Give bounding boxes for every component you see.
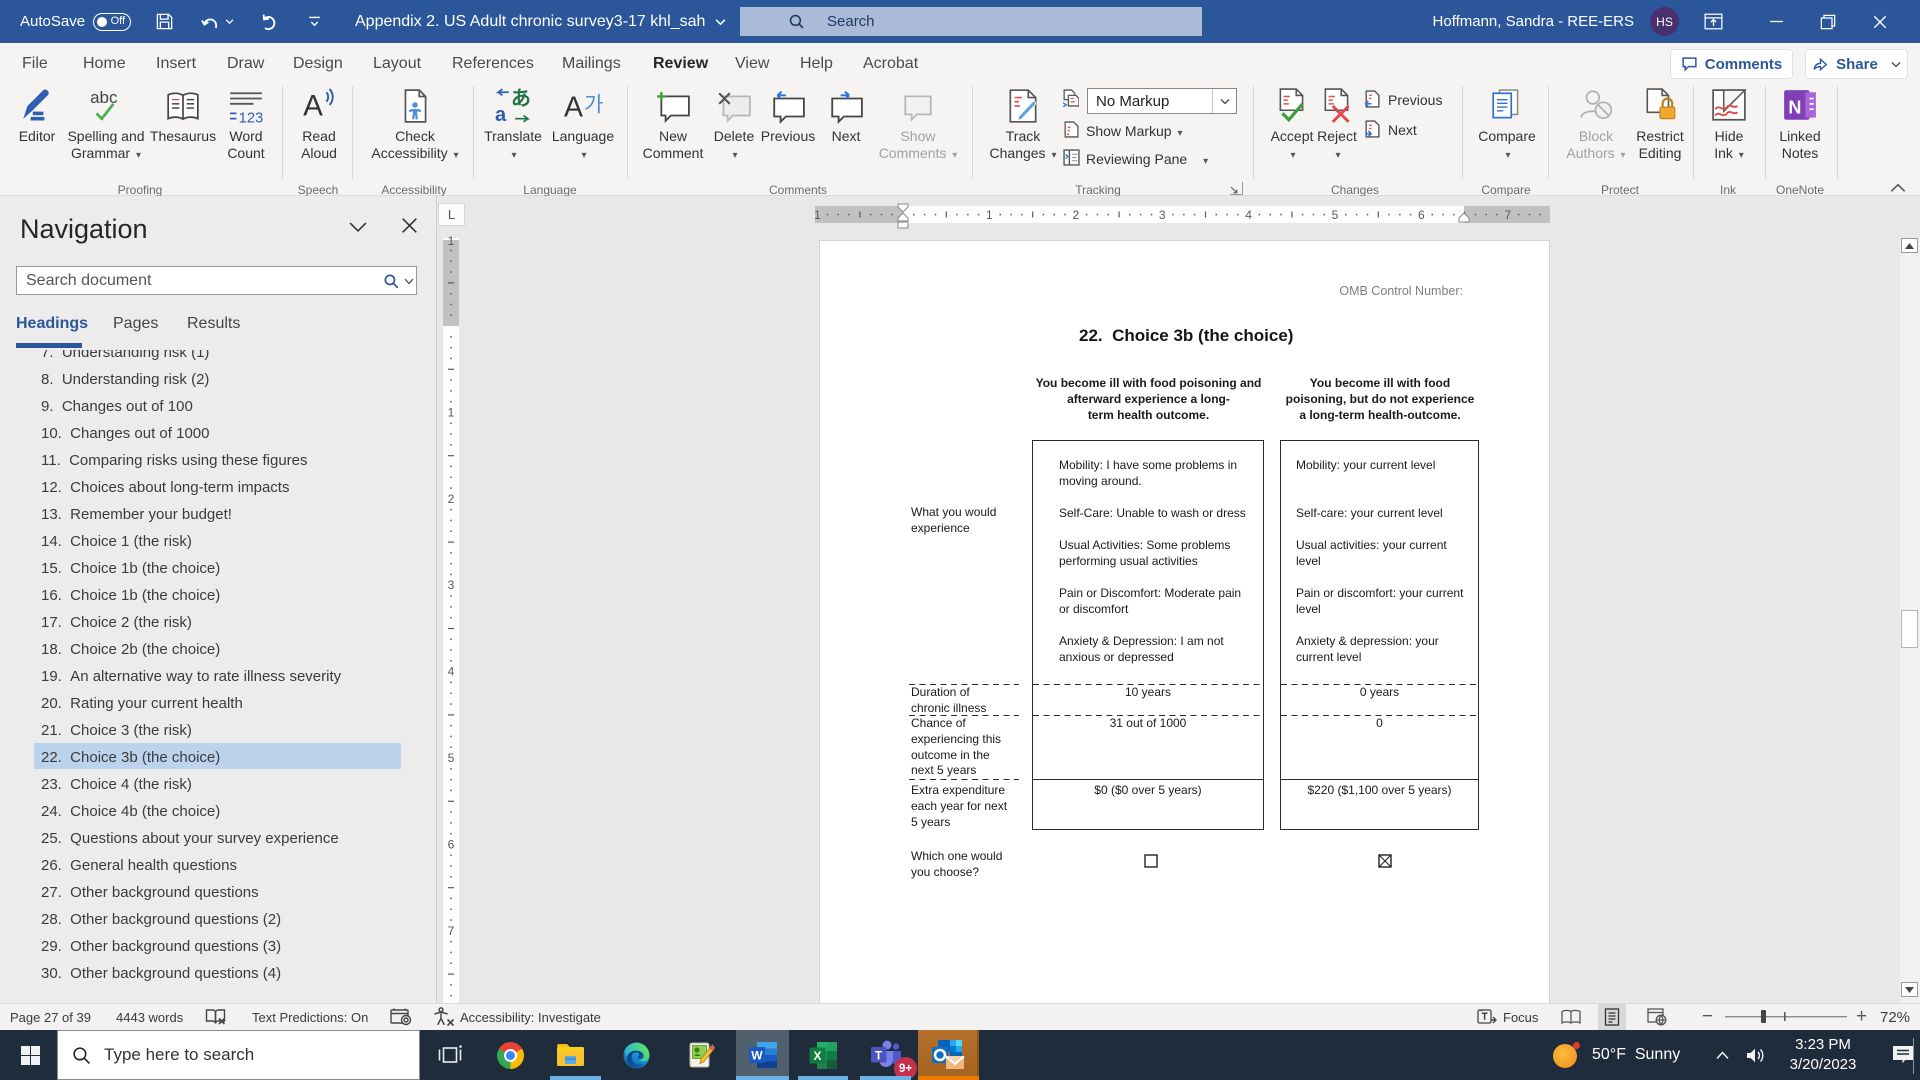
svg-text:7: 7 bbox=[448, 924, 455, 938]
svg-text:1: 1 bbox=[448, 405, 455, 419]
svg-text:N: N bbox=[1788, 97, 1801, 117]
svg-text:A: A bbox=[564, 92, 583, 124]
svg-text:6: 6 bbox=[1418, 208, 1425, 222]
svg-text:W: W bbox=[751, 1049, 763, 1063]
svg-text:A: A bbox=[303, 90, 323, 123]
svg-text:가: 가 bbox=[584, 92, 603, 116]
svg-text:2: 2 bbox=[1072, 208, 1079, 222]
svg-text:1: 1 bbox=[986, 208, 993, 222]
svg-text:T: T bbox=[875, 1051, 882, 1063]
svg-text:3: 3 bbox=[1159, 208, 1166, 222]
svg-text:5: 5 bbox=[448, 751, 455, 765]
svg-text:X: X bbox=[813, 1049, 821, 1063]
svg-text:4: 4 bbox=[448, 665, 455, 679]
svg-text:あ: あ bbox=[511, 88, 531, 110]
svg-text:2: 2 bbox=[448, 492, 455, 506]
svg-text:a: a bbox=[495, 104, 507, 124]
svg-text:abc: abc bbox=[90, 88, 118, 107]
svg-text:1: 1 bbox=[448, 234, 455, 248]
svg-text:5: 5 bbox=[1332, 208, 1339, 222]
svg-text:1: 1 bbox=[814, 208, 821, 222]
svg-text:123: 123 bbox=[239, 110, 264, 124]
svg-text:4: 4 bbox=[1245, 208, 1252, 222]
svg-text:7: 7 bbox=[1504, 208, 1511, 222]
svg-text:3: 3 bbox=[448, 578, 455, 592]
svg-text:6: 6 bbox=[448, 837, 455, 851]
